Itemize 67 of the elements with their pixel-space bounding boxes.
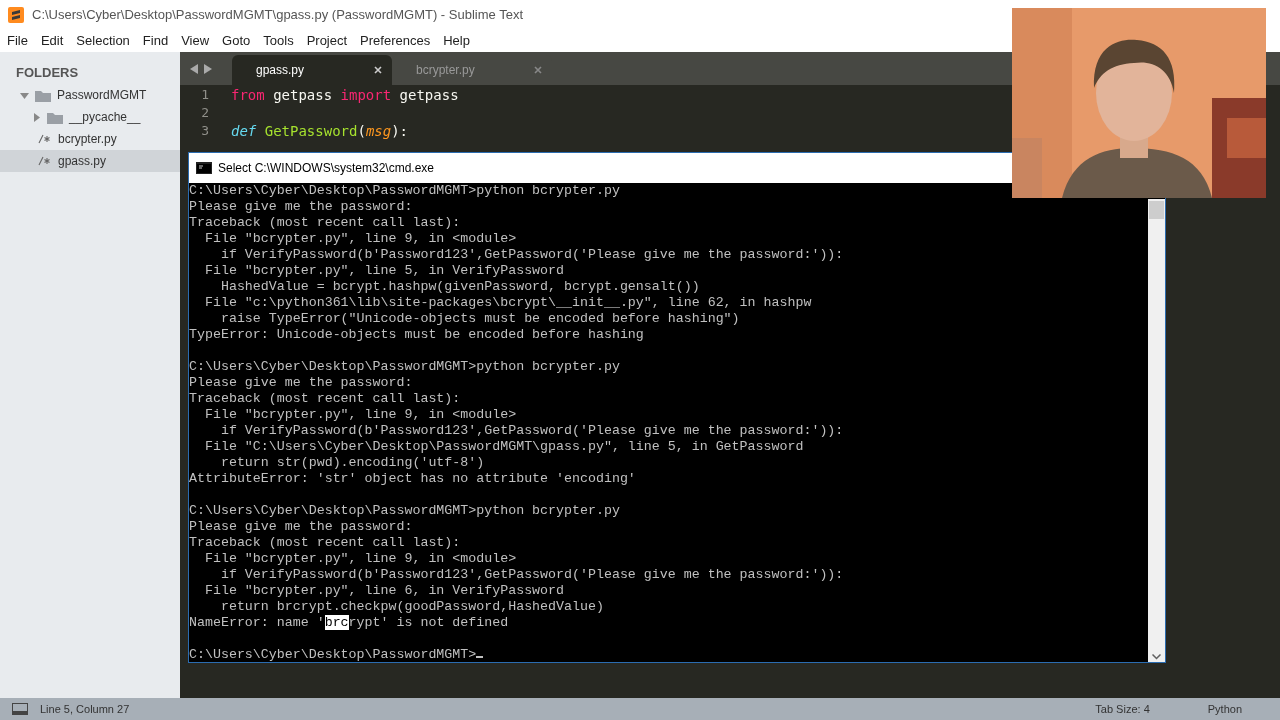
console-line: return str(pwd).encoding('utf-8') (219, 455, 486, 471)
collapsed-arrow-icon[interactable] (32, 112, 41, 122)
code-line: from getpass import getpass (231, 85, 459, 105)
console-line: C:\Users\Cyber\Desktop\PasswordMGMT> (189, 647, 1148, 663)
console-line: File "c:\python361\lib\site-packages\bcrypt\__init__.py", line 62, in hashpw (203, 295, 813, 311)
line-number: 2 (200, 104, 209, 123)
console-line: Traceback (most recent call last): (189, 215, 462, 231)
console-title: Select C:\WINDOWS\system32\cmd.exe (218, 160, 435, 177)
cursor-position: Line 5, Column 27 (40, 701, 130, 717)
window-title: C:\Users\Cyber\Desktop\PasswordMGMT\gpass.py (PasswordMGMT) - Sublime Text (32, 6, 523, 25)
menu-item[interactable]: Project (306, 31, 348, 51)
terminal-icon (196, 162, 212, 174)
panel-icon[interactable] (12, 703, 28, 715)
console-line: AttributeError: 'str' object has no attribute 'encoding' (189, 471, 637, 487)
console-line: File "bcrypter.py", line 5, in VerifyPassword (203, 263, 566, 279)
console-line: if VerifyPassword(b'Password123',GetPassword('Please give me the password:')): (219, 247, 845, 263)
console-line: C:\Users\Cyber\Desktop\PasswordMGMT>python bcrypter.py (189, 359, 621, 375)
console-line: if VerifyPassword(b'Password123',GetPassword('Please give me the password:')): (219, 423, 845, 439)
menu-item[interactable]: File (7, 31, 28, 51)
console-line: if VerifyPassword(b'Password123',GetPassword('Please give me the password:')): (219, 567, 845, 583)
console-line: raise TypeError("Unicode-objects must be encoded before hashing") (219, 311, 741, 327)
syntax-indicator[interactable]: Python (1207, 700, 1242, 718)
file-icon (38, 156, 52, 166)
console-line: return brcrypt.checkpw(goodPassword,HashedValue) (219, 599, 605, 615)
console-line: C:\Users\Cyber\Desktop\PasswordMGMT>python bcrypter.py (189, 503, 621, 519)
console-line: NameError: name 'brcrypt' is not defined (189, 615, 510, 631)
menu-item[interactable]: Find (142, 31, 169, 51)
console-line: Traceback (most recent call last): (189, 391, 462, 407)
menu-item[interactable]: Goto (222, 31, 251, 51)
menu-item[interactable]: View (181, 31, 210, 51)
close-icon[interactable] (374, 66, 382, 74)
console-line: File "bcrypter.py", line 9, in <module> (203, 407, 518, 423)
menu-item[interactable]: Selection (76, 31, 130, 51)
app-logo-icon (8, 7, 24, 23)
line-number: 3 (200, 122, 209, 141)
previous-arrow-icon[interactable] (190, 63, 198, 74)
folder-icon (35, 88, 51, 102)
sidebar-item[interactable]: __pycache__ (0, 106, 180, 128)
console-line: File "bcrypter.py", line 9, in <module> (203, 231, 518, 247)
editor-tab[interactable]: gpass.py (232, 55, 392, 85)
next-arrow-icon[interactable] (204, 63, 212, 74)
menu-item[interactable]: Tools (263, 31, 294, 51)
expanded-arrow-icon[interactable] (20, 90, 29, 100)
console-line: File "bcrypter.py", line 9, in <module> (203, 551, 518, 567)
sidebar-item[interactable]: bcrypter.py (0, 128, 180, 150)
folder-icon (47, 110, 63, 124)
sidebar-header: FOLDERS (15, 64, 80, 82)
console-line: File "C:\Users\Cyber\Desktop\PasswordMGMT\gpass.py", line 5, in GetPassword (203, 439, 805, 455)
console-line: C:\Users\Cyber\Desktop\PasswordMGMT>python bcrypter.py (189, 183, 621, 199)
console-line: TypeError: Unicode-objects must be encoded before hashing (189, 327, 645, 343)
line-number: 1 (200, 86, 209, 105)
menu-item[interactable]: Edit (40, 31, 64, 51)
scrollbar[interactable] (1148, 199, 1165, 662)
console-line: Traceback (most recent call last): (189, 535, 462, 551)
file-icon (38, 134, 52, 144)
console-line: File "bcrypter.py", line 6, in VerifyPassword (203, 583, 566, 599)
sidebar-item[interactable]: gpass.py (0, 150, 180, 172)
menu-item[interactable]: Preferences (360, 31, 431, 51)
console-line: Please give me the password: (189, 199, 414, 215)
menu-item[interactable]: Help (443, 31, 470, 51)
console-line: Please give me the password: (189, 375, 414, 391)
console-line: HashedValue = bcrypt.hashpw(givenPassword, bcrypt.gensalt()) (219, 279, 701, 295)
code-line: def GetPassword(msg): (231, 121, 409, 141)
console-line: Please give me the password: (189, 519, 414, 535)
sidebar-item[interactable]: PasswordMGMT (0, 84, 180, 106)
tab-size-indicator[interactable]: Tab Size: 4 (1095, 700, 1150, 718)
scrollbar-thumb[interactable] (1149, 201, 1164, 219)
